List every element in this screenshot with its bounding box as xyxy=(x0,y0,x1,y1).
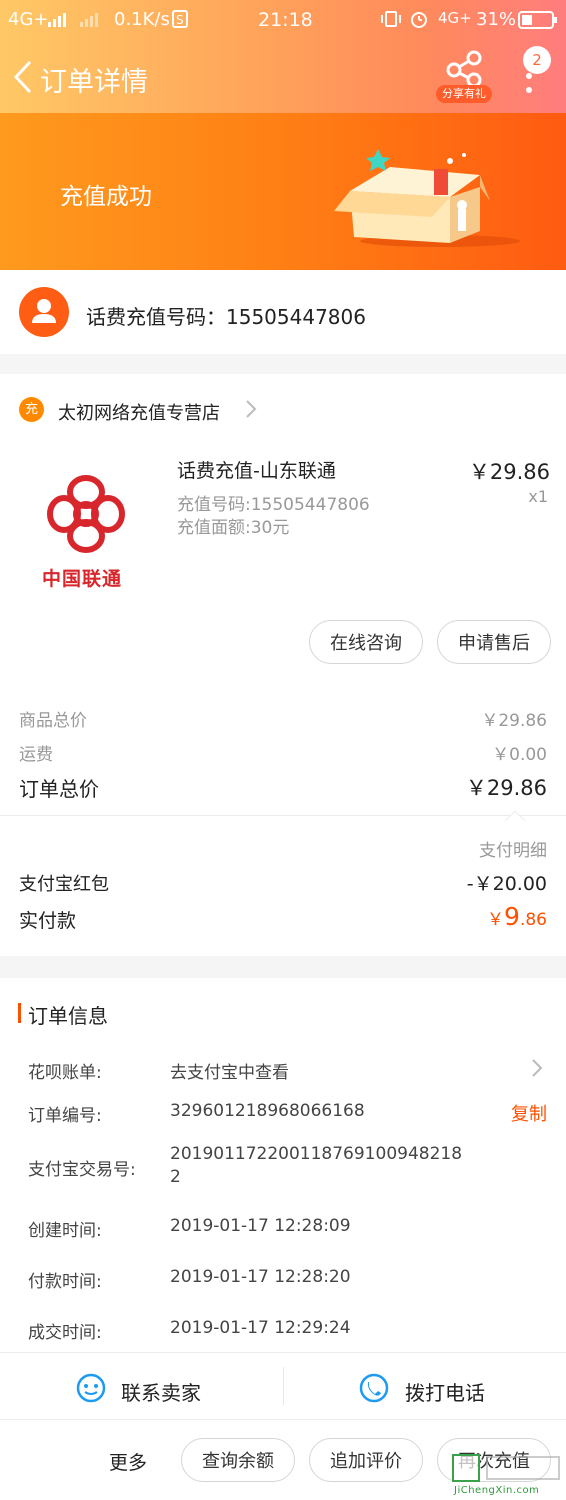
clock: 21:18 xyxy=(258,9,313,31)
watermark-text: JiChengXin.com xyxy=(454,1485,540,1496)
status-text: 充值成功 xyxy=(60,184,152,210)
product-title[interactable]: 话费充值-山东联通 xyxy=(177,456,336,483)
add-review-button[interactable]: 追加评价 xyxy=(309,1438,423,1482)
product-quantity: x1 xyxy=(528,487,548,506)
page-title: 订单详情 xyxy=(40,67,148,98)
paid-integer: 9 xyxy=(504,902,520,931)
user-avatar-icon xyxy=(19,287,69,337)
huabei-value: 去支付宝中查看 xyxy=(170,1063,289,1083)
watermark: JiChengXin.com xyxy=(450,1454,564,1498)
unicom-logo-text: 中国联通 xyxy=(42,568,123,590)
order-total-label: 订单总价 xyxy=(19,777,99,801)
order-total-value: ￥29.86 xyxy=(465,776,547,800)
contact-bar: 联系卖家 拨打电话 xyxy=(0,1352,566,1420)
contact-seller-button[interactable]: 联系卖家 xyxy=(0,1353,283,1419)
share-gift-label: 分享有礼 xyxy=(436,85,492,103)
pay-detail-label: 支付明细 xyxy=(479,841,547,861)
alipay-trade-value-line1: 201901172200118769100948218 xyxy=(170,1144,463,1164)
order-info-card: 订单信息 花呗账单: 去支付宝中查看 订单编号: 329601218968066… xyxy=(0,978,566,1352)
copy-button[interactable]: 复制 xyxy=(511,1100,547,1126)
shipping-label: 运费 xyxy=(19,745,53,765)
phone-icon xyxy=(358,1372,390,1408)
open-box-illustration xyxy=(330,141,530,255)
watermark-logo-icon xyxy=(452,1454,480,1482)
product-price: ￥29.86 xyxy=(468,460,550,484)
svg-text:S: S xyxy=(176,13,184,27)
after-sale-button[interactable]: 申请售后 xyxy=(437,620,551,664)
goods-total-value: ￥29.86 xyxy=(481,711,547,731)
watermark-graphic xyxy=(486,1456,560,1480)
created-time-label: 创建时间: xyxy=(28,1221,102,1241)
more-vertical-icon xyxy=(526,68,532,98)
chevron-right-icon xyxy=(530,1057,544,1083)
online-consult-button[interactable]: 在线咨询 xyxy=(309,620,423,664)
redpacket-value: -￥20.00 xyxy=(466,873,547,895)
signal-icon xyxy=(48,11,110,32)
redpacket-label: 支付宝红包 xyxy=(19,874,109,895)
paid-label: 实付款 xyxy=(19,910,77,932)
caret-up-icon xyxy=(503,806,527,825)
more-menu-button[interactable]: 2 xyxy=(520,46,554,104)
order-number-value: 329601218968066168 xyxy=(170,1101,365,1121)
paid-decimal: .86 xyxy=(519,910,547,930)
navigation-bar: 订单详情 分享有礼 2 xyxy=(0,40,566,113)
s-app-icon: S xyxy=(172,10,188,33)
unicom-logo: 中国联通 xyxy=(26,470,146,590)
product-phone: 充值号码:15505447806 xyxy=(177,495,370,515)
shop-row[interactable]: 充 太初网络充值专营店 xyxy=(0,374,566,444)
huabei-row[interactable]: 花呗账单: 去支付宝中查看 xyxy=(0,1048,566,1088)
huabei-label: 花呗账单: xyxy=(28,1063,102,1083)
order-card: 充 太初网络充值专营店 中国联通 话费充值-山东联通 充值号码:15505447… xyxy=(0,374,566,956)
shop-name: 太初网络充值专营店 xyxy=(58,403,220,424)
alarm-icon xyxy=(409,9,429,34)
battery-percent: 31% xyxy=(476,9,517,30)
battery-icon xyxy=(518,11,558,34)
call-phone-label: 拨打电话 xyxy=(405,1381,485,1405)
chat-bubble-icon xyxy=(75,1372,107,1408)
order-info-title: 订单信息 xyxy=(28,1004,108,1028)
network-label-2: 4G+ xyxy=(438,9,472,27)
vibrate-icon xyxy=(381,10,401,33)
recipient-number: 话费充值号码：15505447806 xyxy=(86,305,366,329)
chevron-right-icon xyxy=(244,398,258,424)
share-button[interactable]: 分享有礼 xyxy=(436,48,492,104)
deal-time-value: 2019-01-17 12:29:24 xyxy=(170,1318,351,1338)
more-button[interactable]: 更多 xyxy=(109,1448,147,1475)
alipay-trade-label: 支付宝交易号: xyxy=(28,1160,136,1180)
deal-time-label: 成交时间: xyxy=(28,1323,102,1343)
divider xyxy=(0,815,566,816)
alipay-trade-value-line2: 2 xyxy=(170,1167,181,1187)
paid-time-value: 2019-01-17 12:28:20 xyxy=(170,1267,351,1287)
shipping-value: ￥0.00 xyxy=(492,745,547,765)
unicom-knot-icon xyxy=(47,475,125,553)
created-time-value: 2019-01-17 12:28:09 xyxy=(170,1216,351,1236)
contact-seller-label: 联系卖家 xyxy=(121,1381,201,1405)
back-icon[interactable] xyxy=(10,58,38,96)
share-icon xyxy=(446,50,482,88)
network-speed: 0.1K/s xyxy=(114,9,170,30)
query-balance-button[interactable]: 查询余额 xyxy=(181,1438,295,1482)
paid-currency: ￥ xyxy=(487,910,505,930)
recipient-card: 话费充值号码：15505447806 xyxy=(0,270,566,354)
paid-amount: ￥9.86 xyxy=(487,902,547,931)
network-label: 4G+ xyxy=(8,9,49,30)
shop-badge-icon: 充 xyxy=(19,397,44,422)
goods-total-label: 商品总价 xyxy=(19,711,87,731)
section-marker xyxy=(18,1003,21,1023)
product-amount: 充值面额:30元 xyxy=(177,518,290,538)
status-banner: 充值成功 xyxy=(0,113,566,270)
call-phone-button[interactable]: 拨打电话 xyxy=(284,1353,566,1419)
status-bar: 4G+ 0.1K/s S 21:18 4G+ 31% xyxy=(0,0,566,40)
paid-time-label: 付款时间: xyxy=(28,1272,102,1292)
order-number-label: 订单编号: xyxy=(28,1106,102,1126)
